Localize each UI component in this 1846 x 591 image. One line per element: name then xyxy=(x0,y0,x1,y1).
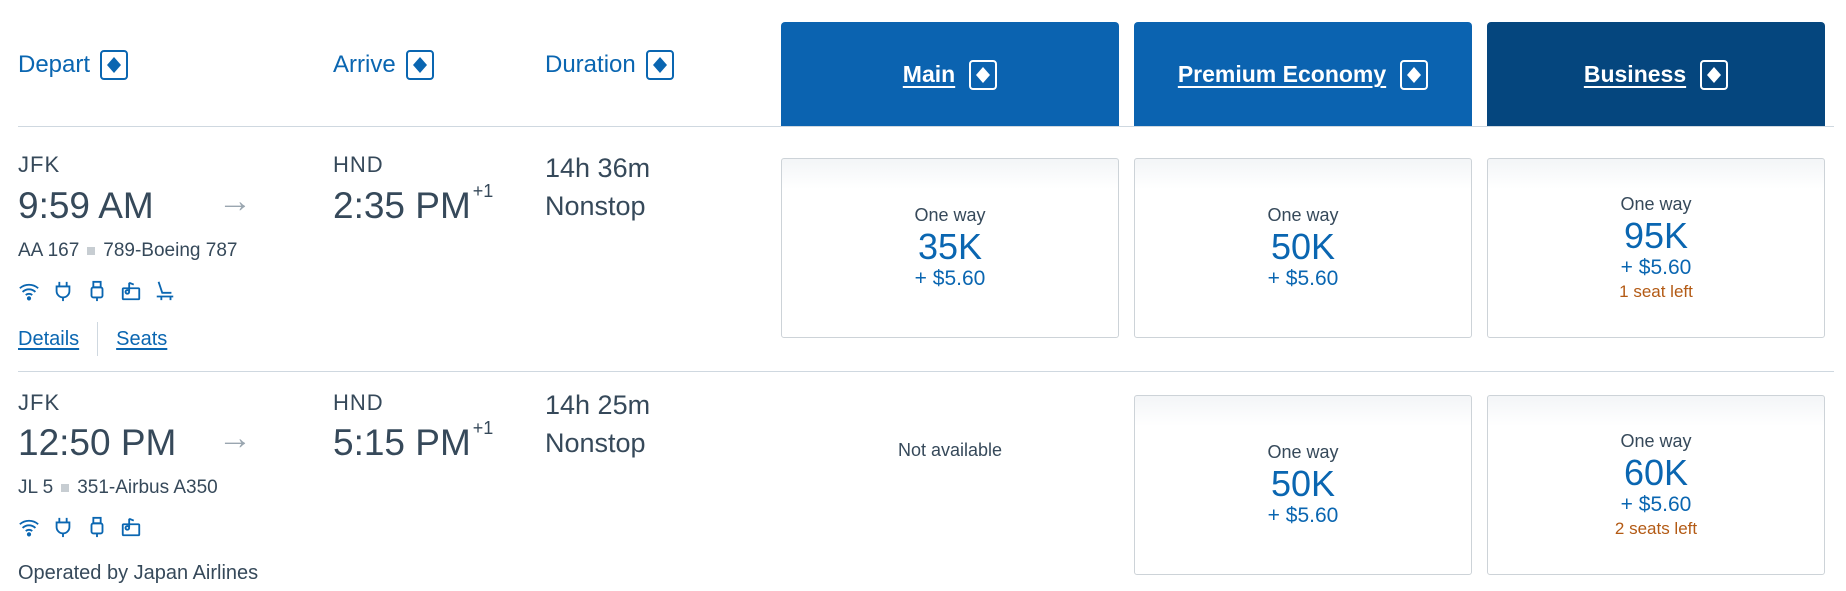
fare-main-not-available: Not available xyxy=(897,440,1003,460)
wifi-icon xyxy=(18,280,40,302)
usb-icon xyxy=(86,516,108,538)
duration: 14h 25m xyxy=(545,390,651,420)
amenities xyxy=(18,280,176,302)
duration-header-label: Duration xyxy=(545,51,636,78)
wifi-icon xyxy=(18,516,40,538)
fare-fee: + $5.60 xyxy=(1620,493,1692,517)
stops: Nonstop xyxy=(545,428,646,458)
fare-label: One way xyxy=(1267,441,1339,462)
sort-depart[interactable]: Depart xyxy=(18,48,129,82)
fare-label: One way xyxy=(1267,204,1339,225)
usb-icon xyxy=(86,280,108,302)
aircraft-type: 351-Airbus A350 xyxy=(77,477,218,498)
flight-results: Depart Arrive Duration Main Premium Econ… xyxy=(0,0,1846,591)
fare-fee: + $5.60 xyxy=(1620,256,1692,280)
power-outlet-icon xyxy=(52,280,74,302)
fare-label: One way xyxy=(1620,193,1692,214)
flight-info: AA 167 789-Boeing 787 xyxy=(18,240,237,262)
arrive-time: 2:35 PM +1 xyxy=(333,181,493,227)
sort-arrows-icon[interactable] xyxy=(969,59,998,90)
arrive-time: 5:15 PM +1 xyxy=(333,418,493,464)
header-divider xyxy=(18,126,1834,127)
cabin-header-business[interactable]: Business xyxy=(1487,22,1825,127)
amenities xyxy=(18,516,142,538)
fare-miles: 50K xyxy=(1270,462,1336,504)
day-offset: +1 xyxy=(472,418,494,438)
arrow-right-icon: → xyxy=(218,419,252,457)
fare-premium-economy[interactable]: One way 50K + $5.60 xyxy=(1134,158,1472,338)
fare-main[interactable]: One way 35K + $5.60 xyxy=(781,158,1119,338)
entertainment-icon xyxy=(120,280,142,302)
lie-flat-seat-icon xyxy=(154,280,176,302)
seats-left-badge: 1 seat left xyxy=(1619,282,1693,302)
fare-fee: + $5.60 xyxy=(1267,504,1339,528)
sort-arrive[interactable]: Arrive xyxy=(333,48,434,82)
separator-dot xyxy=(87,247,96,255)
day-offset: +1 xyxy=(472,181,494,201)
fare-miles: 95K xyxy=(1623,214,1689,256)
sort-duration[interactable]: Duration xyxy=(545,48,674,82)
flight-number: AA 167 xyxy=(18,240,80,261)
depart-header-label: Depart xyxy=(18,51,91,78)
row-divider xyxy=(18,371,1834,372)
origin-airport: JFK xyxy=(18,152,61,177)
cabin-label: Premium Economy xyxy=(1177,61,1387,87)
sort-arrows-icon[interactable] xyxy=(645,50,674,80)
flight-info: JL 5 351-Airbus A350 xyxy=(18,477,218,499)
arrive-header-label: Arrive xyxy=(333,51,396,78)
seats-left-badge: 2 seats left xyxy=(1614,519,1698,539)
fare-miles: 60K xyxy=(1623,451,1689,493)
depart-time: 12:50 PM xyxy=(18,422,177,463)
destination-airport: HND xyxy=(333,390,384,415)
depart-time: 9:59 AM xyxy=(18,185,154,226)
fare-business[interactable]: One way 60K + $5.60 2 seats left xyxy=(1487,395,1825,575)
fare-miles: 35K xyxy=(917,225,983,267)
fare-label: One way xyxy=(1620,430,1692,451)
flight-number: JL 5 xyxy=(18,477,54,498)
details-link[interactable]: Details xyxy=(18,328,79,351)
fare-label: One way xyxy=(914,204,986,225)
arrive-time-value: 5:15 PM xyxy=(333,422,471,463)
cabin-header-premium-economy[interactable]: Premium Economy xyxy=(1134,22,1472,127)
cabin-label: Main xyxy=(902,61,956,87)
sort-arrows-icon[interactable] xyxy=(405,50,434,80)
entertainment-icon xyxy=(120,516,142,538)
fare-fee: + $5.60 xyxy=(1267,267,1339,291)
duration: 14h 36m xyxy=(545,153,651,183)
sort-arrows-icon[interactable] xyxy=(1700,59,1729,90)
sort-arrows-icon[interactable] xyxy=(100,50,129,80)
flight-links: Details Seats xyxy=(18,322,167,356)
arrow-right-icon: → xyxy=(218,182,252,220)
separator-dot xyxy=(61,484,70,492)
link-divider xyxy=(97,322,99,356)
cabin-label: Business xyxy=(1583,61,1687,87)
arrive-time-value: 2:35 PM xyxy=(333,185,471,226)
stops: Nonstop xyxy=(545,191,646,221)
fare-miles: 50K xyxy=(1270,225,1336,267)
seats-link[interactable]: Seats xyxy=(116,328,167,351)
aircraft-type: 789-Boeing 787 xyxy=(103,240,238,261)
origin-airport: JFK xyxy=(18,390,61,415)
fare-fee: + $5.60 xyxy=(914,267,986,291)
operated-by: Operated by Japan Airlines xyxy=(18,562,259,584)
cabin-header-main[interactable]: Main xyxy=(781,22,1119,127)
sort-arrows-icon[interactable] xyxy=(1400,59,1429,90)
fare-business[interactable]: One way 95K + $5.60 1 seat left xyxy=(1487,158,1825,338)
power-outlet-icon xyxy=(52,516,74,538)
fare-premium-economy[interactable]: One way 50K + $5.60 xyxy=(1134,395,1472,575)
destination-airport: HND xyxy=(333,152,384,177)
